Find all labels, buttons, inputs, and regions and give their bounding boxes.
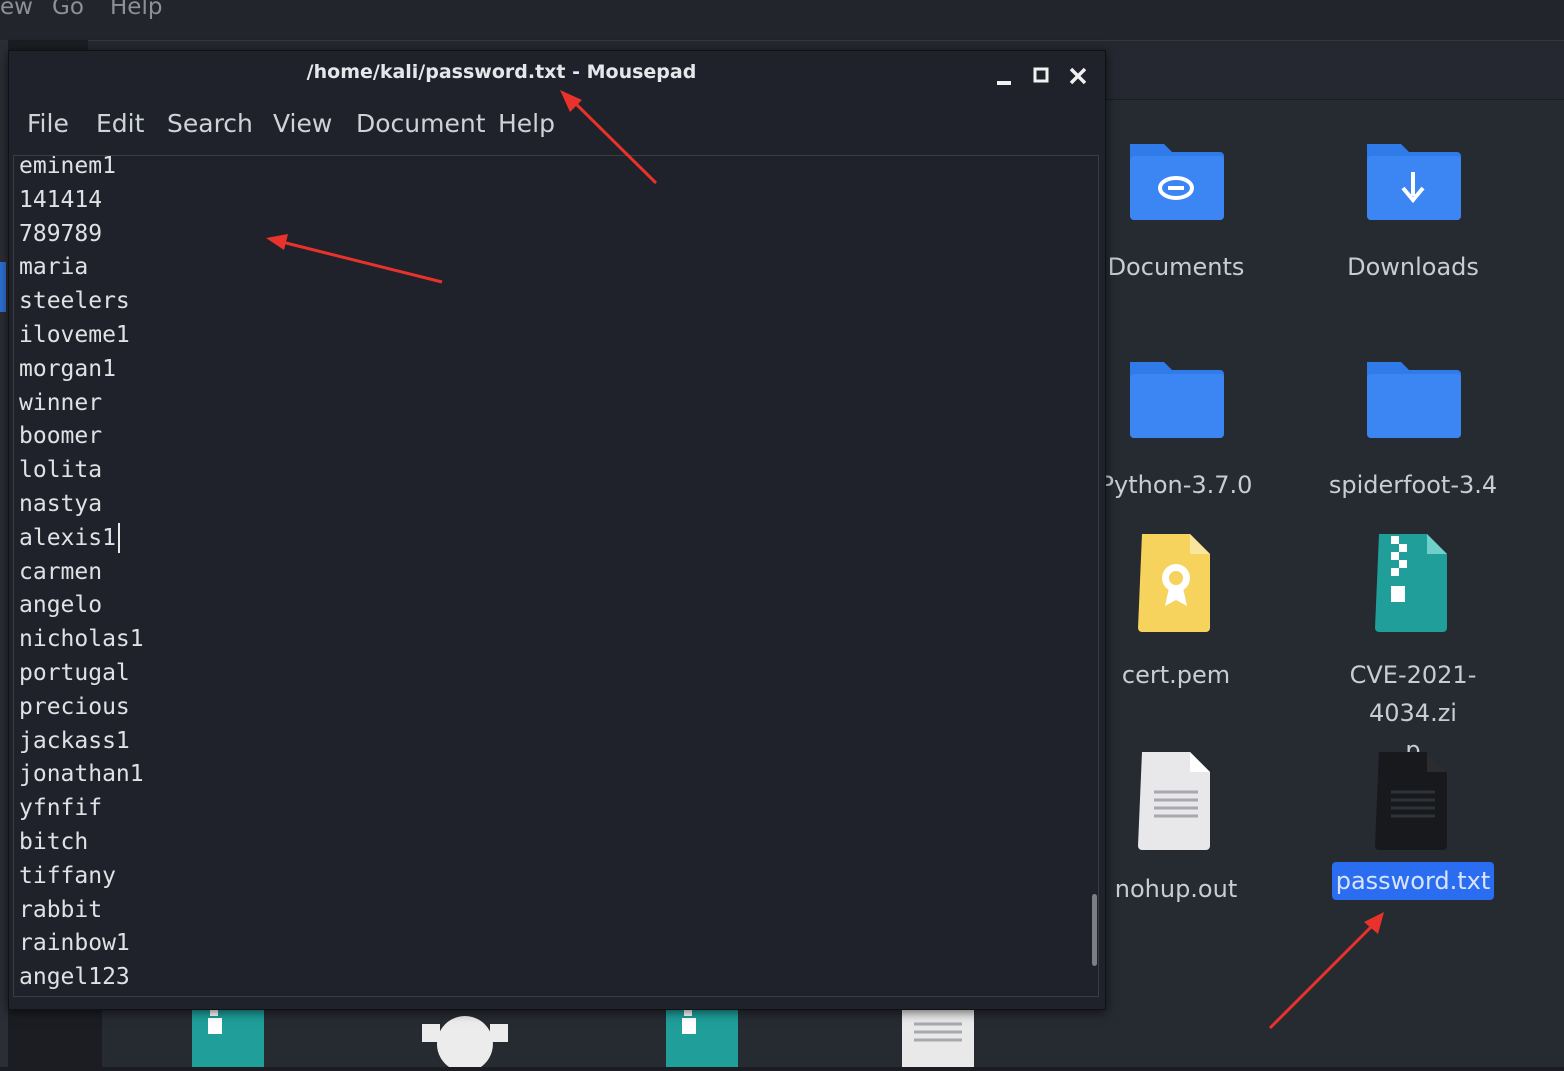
annotation-arrow-title bbox=[560, 90, 658, 185]
annotation-arrow-file bbox=[1268, 912, 1384, 1030]
annotation-arrow-content bbox=[266, 234, 443, 284]
annotation-arrows bbox=[266, 90, 1384, 1030]
